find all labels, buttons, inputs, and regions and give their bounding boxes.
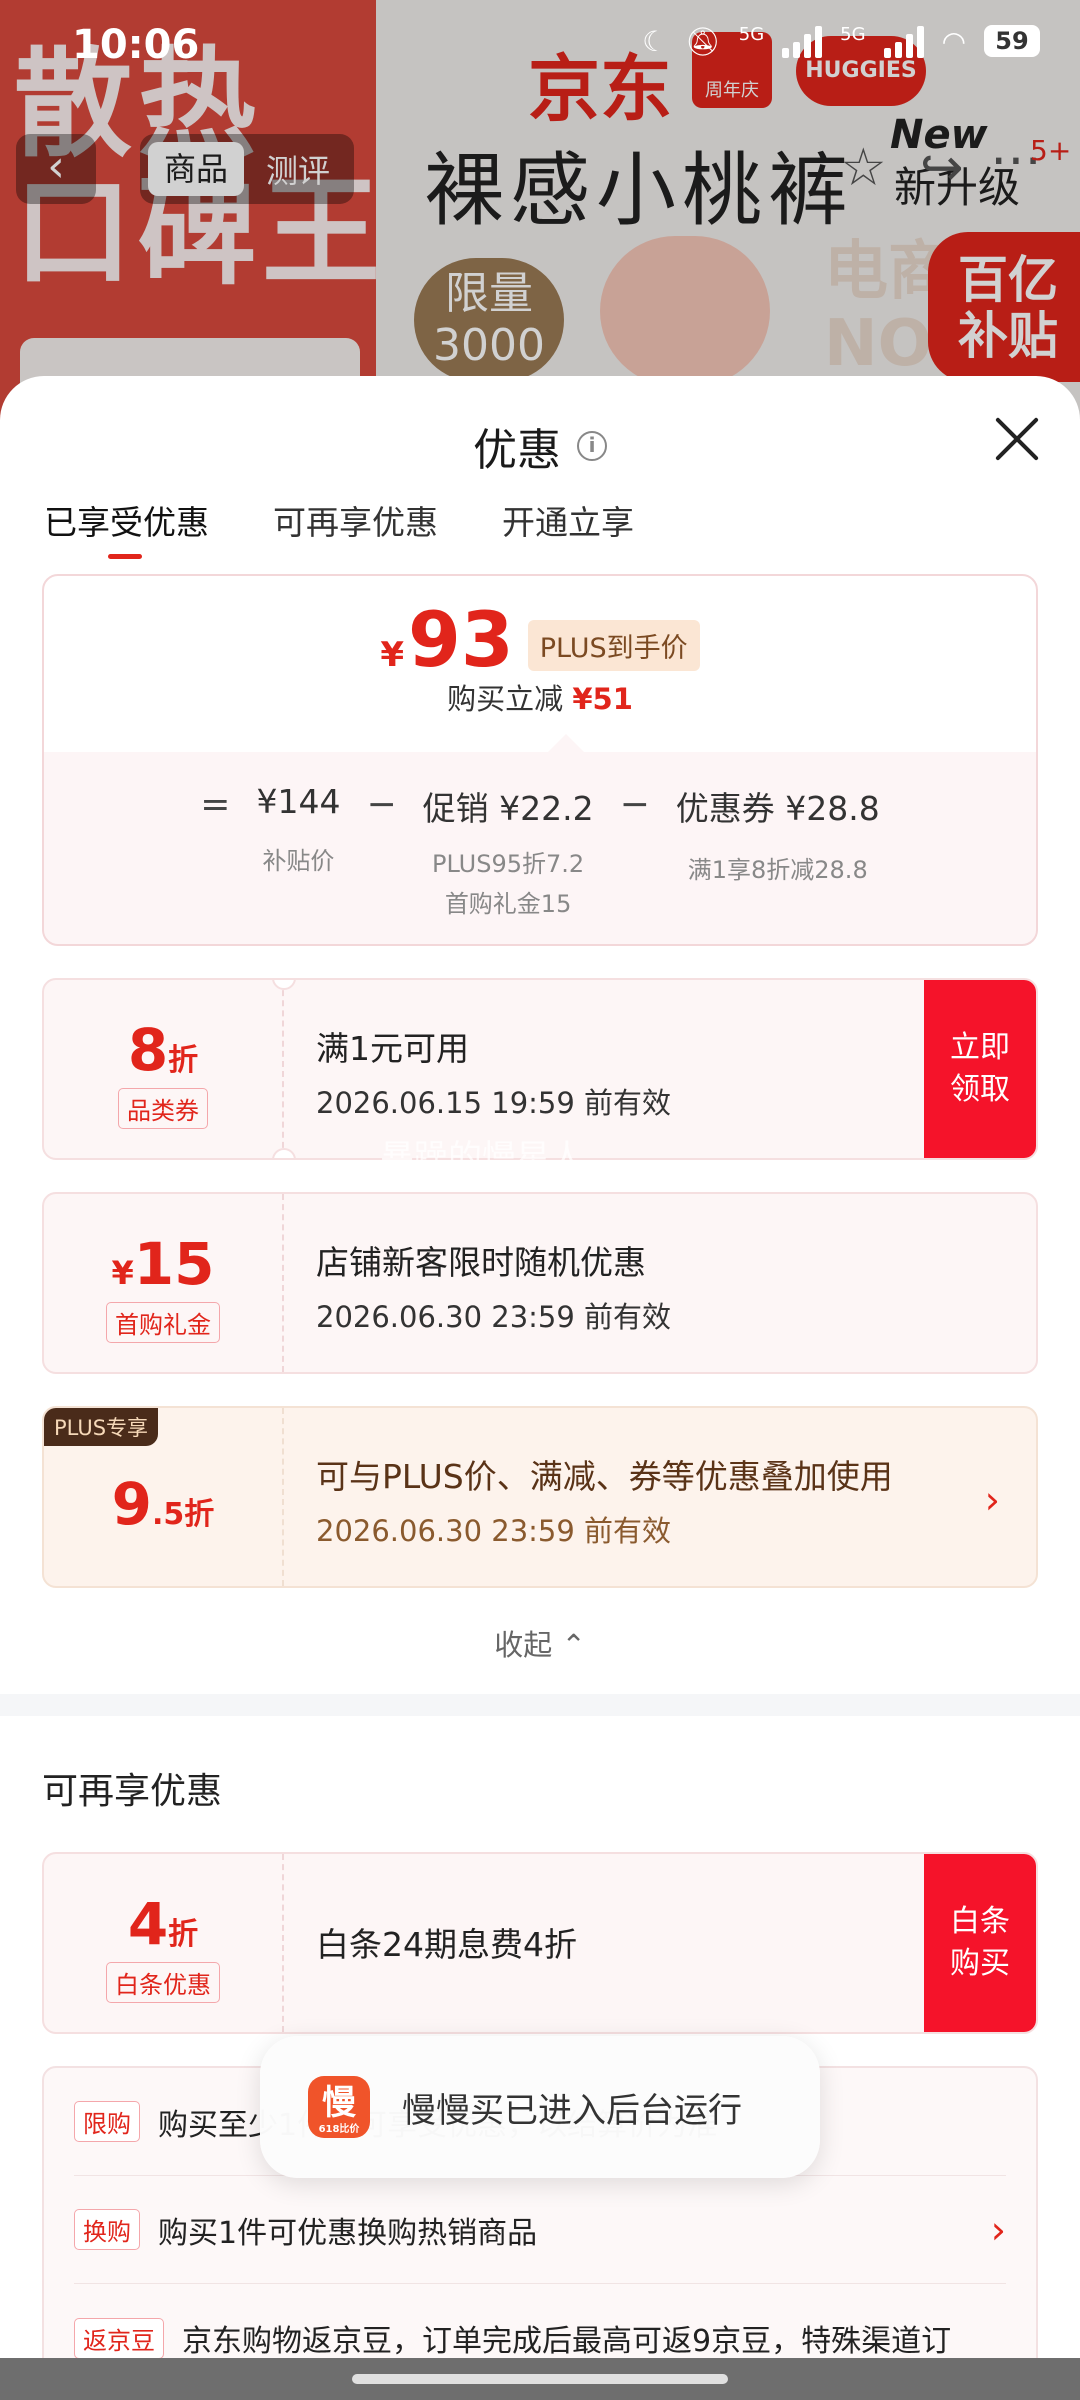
tab-enjoyed[interactable]: 已享受优惠 <box>44 486 209 574</box>
baitiao-card: 4折 白条优惠 白条24期息费4折 白条购买 <box>42 1852 1038 2034</box>
baitiao-description: 白条24期息费4折 <box>316 1925 577 1964</box>
instant-discount: 购买立减 ¥51 <box>44 676 1036 718</box>
instant-discount-label: 购买立减 <box>447 682 564 716</box>
watermark-text: 暴躁的慢星人 <box>380 1138 584 1178</box>
baitiao-discount: 4折 <box>127 1890 199 1958</box>
status-bar: 10:06 ☾ 🔕︎ 5G 5G ◠ 59 <box>0 0 1080 90</box>
toast-message: 慢慢买已进入后台运行 <box>402 2090 742 2131</box>
discount-tabs: 已享受优惠 可再享优惠 开通立享 <box>0 486 1080 574</box>
chevron-right-icon: › <box>990 2207 1006 2252</box>
mute-icon: 🔕︎ <box>685 24 721 58</box>
status-icons: ☾ 🔕︎ 5G 5G ◠ 59 <box>642 24 1040 58</box>
more-discounts-title: 可再享优惠 <box>42 1771 223 1812</box>
minus-sign: − <box>366 784 397 825</box>
coupon-type-label: 品类券 <box>118 1088 208 1129</box>
coupon-amount: 优惠券 ¥28.8 <box>675 789 880 828</box>
tab-activate[interactable]: 开通立享 <box>502 486 634 574</box>
signal-2-label: 5G <box>840 24 866 45</box>
base-price: ¥144 <box>256 782 341 821</box>
collapse-button[interactable]: 收起 ⌃ <box>0 1622 1080 1684</box>
close-icon[interactable] <box>994 416 1040 462</box>
promo-note-plus: PLUS95折7.2 <box>432 850 585 878</box>
summary-pointer <box>548 734 584 752</box>
promo-tag: 返京豆 <box>74 2317 164 2359</box>
list-item[interactable]: 换购 购买1件可优惠换购热销商品 › <box>74 2176 1006 2284</box>
coupon-notch <box>272 1148 296 1158</box>
plus-discount-card[interactable]: PLUS专享 9.5折 可与PLUS价、满减、券等优惠叠加使用 2026.06.… <box>42 1406 1038 1588</box>
info-icon[interactable]: i <box>577 431 607 461</box>
price-formula: = ¥144 补贴价 − 促销 ¥22.2 PLUS95折7.2 首购礼金15 … <box>44 782 1036 924</box>
price-summary-card: ¥ 93 PLUS到手价 购买立减 ¥51 = ¥144 补贴价 − 促销 ¥2… <box>42 574 1038 946</box>
manmanmai-app-icon: 慢 618比价 <box>308 2076 370 2138</box>
formula-coupon: 优惠券 ¥28.8 满1享8折减28.8 <box>676 782 880 890</box>
system-navigation-bar <box>0 2358 1080 2400</box>
final-price-value: 93 <box>408 595 514 684</box>
coupon-discount: 8折 <box>127 1016 199 1084</box>
final-price: ¥ 93 PLUS到手价 <box>44 600 1036 680</box>
formula-base: ¥144 补贴价 <box>256 782 340 881</box>
minus-sign: − <box>619 784 650 825</box>
baitiao-label: 白条优惠 <box>106 1962 220 2003</box>
signal-2-icon <box>883 24 924 58</box>
claim-coupon-button[interactable]: 立即领取 <box>924 980 1036 1158</box>
plus-discount-description: 可与PLUS价、满减、券等优惠叠加使用 <box>316 1457 893 1496</box>
base-price-note: 补贴价 <box>262 847 335 875</box>
coupon-note: 满1享8折减28.8 <box>687 856 868 884</box>
wifi-icon: ◠ <box>941 24 966 58</box>
gift-amount: ¥15 <box>111 1230 215 1298</box>
sheet-header: 优惠 i <box>0 376 1080 486</box>
plus-discount-expiry: 2026.06.30 23:59 前有效 <box>316 1514 672 1548</box>
plus-discount-value: 9.5折 <box>111 1470 215 1538</box>
formula-promo: 促销 ¥22.2 PLUS95折7.2 首购礼金15 <box>423 782 594 924</box>
promo-text: 京东购物返京豆，订单完成后最高可返9京豆，特殊渠道订 <box>182 2324 952 2359</box>
baitiao-buy-button[interactable]: 白条购买 <box>924 1854 1036 2032</box>
chevron-right-icon: › <box>984 1478 1000 1522</box>
gift-expiry: 2026.06.30 23:59 前有效 <box>316 1300 672 1334</box>
battery-icon: 59 <box>984 25 1040 57</box>
section-divider <box>0 1694 1080 1716</box>
status-time: 10:06 <box>72 22 200 68</box>
promo-tag: 限购 <box>74 2101 140 2142</box>
plus-price-tag: PLUS到手价 <box>527 619 700 671</box>
moon-icon: ☾ <box>642 24 668 58</box>
first-purchase-gift-card: ¥15 首购礼金 店铺新客限时随机优惠 2026.06.30 23:59 前有效 <box>42 1192 1038 1374</box>
gift-type-label: 首购礼金 <box>106 1302 220 1343</box>
home-gesture-handle[interactable] <box>352 2374 728 2384</box>
promo-tag: 换购 <box>74 2209 140 2250</box>
coupon-expiry: 2026.06.15 19:59 前有效 <box>316 1086 672 1120</box>
coupon-condition: 满1元可用 <box>316 1029 469 1068</box>
chevron-up-icon: ⌃ <box>561 1628 586 1662</box>
currency-symbol: ¥ <box>380 635 404 675</box>
tab-more-available[interactable]: 可再享优惠 <box>273 486 438 574</box>
sheet-title: 优惠 <box>473 425 561 476</box>
instant-discount-value: ¥51 <box>572 682 633 716</box>
signal-1-icon <box>782 24 823 58</box>
promo-note-gift: 首购礼金15 <box>444 890 572 918</box>
equals-sign: = <box>200 784 231 825</box>
promo-amount: 促销 ¥22.2 <box>422 789 594 828</box>
signal-1-label: 5G <box>738 24 765 45</box>
promo-text: 购买1件可优惠换购热销商品 <box>158 2215 538 2251</box>
background-run-toast: 慢 618比价 慢慢买已进入后台运行 <box>260 2036 820 2178</box>
gift-description: 店铺新客限时随机优惠 <box>316 1243 646 1282</box>
